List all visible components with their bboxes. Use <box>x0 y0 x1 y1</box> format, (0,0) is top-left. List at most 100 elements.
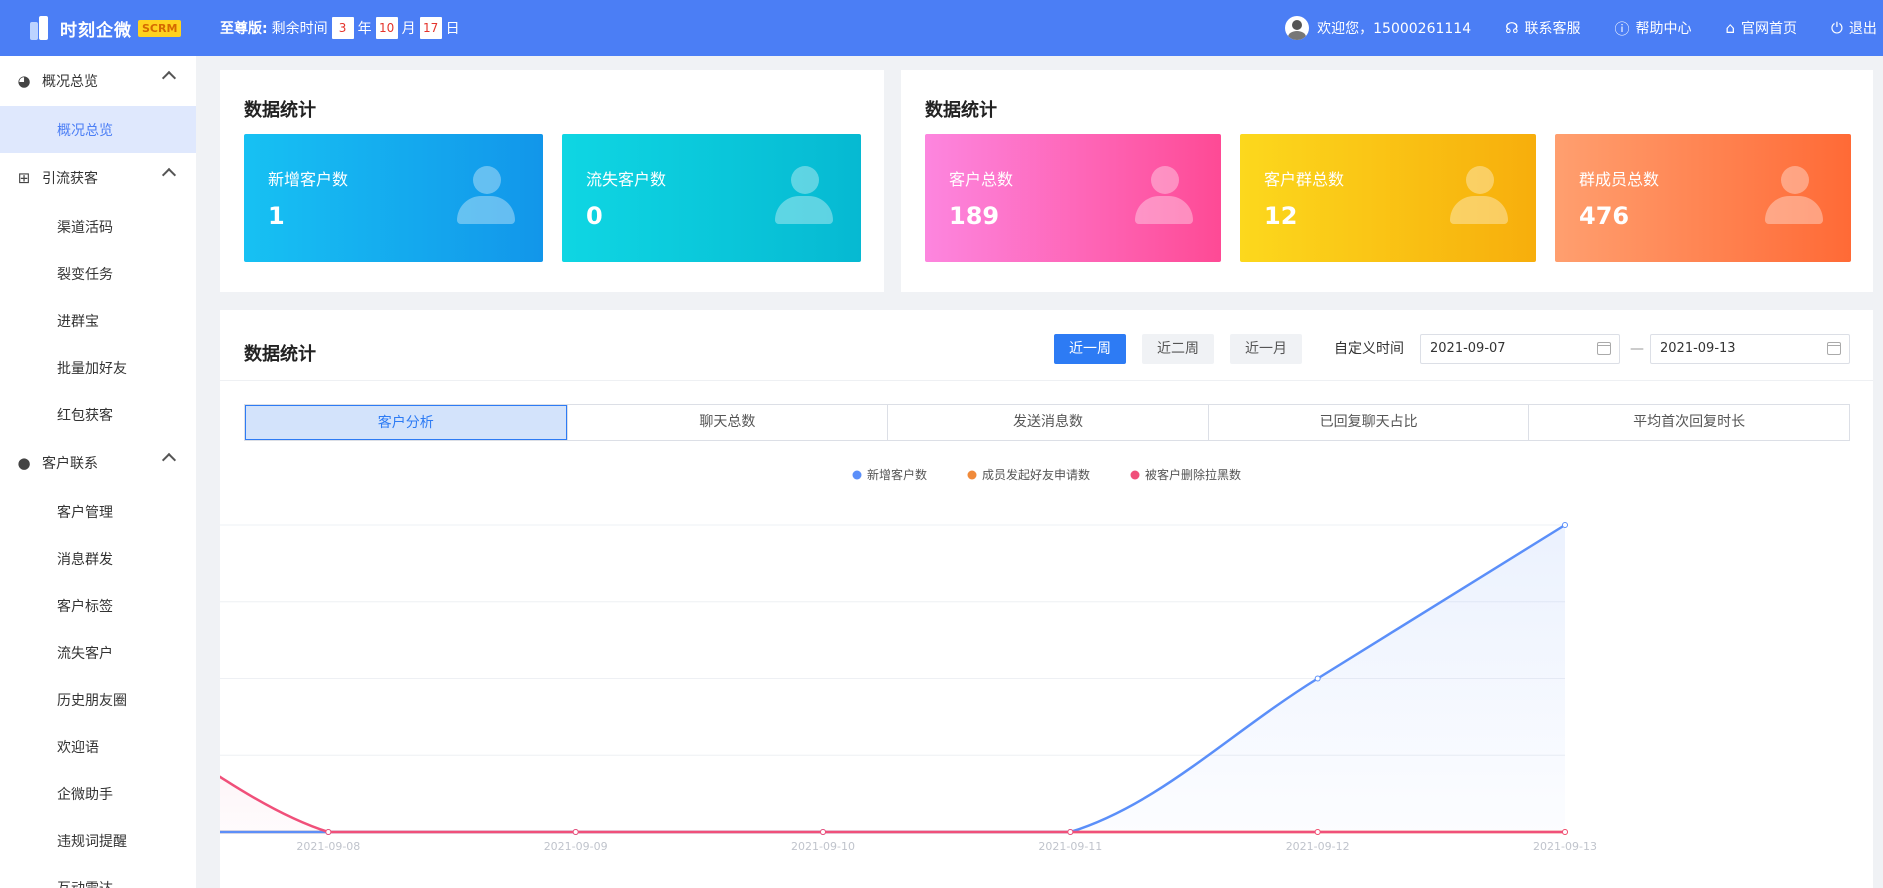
x-tick-label: 2021-09-13 <box>1533 840 1597 853</box>
logo-icon <box>30 16 50 40</box>
metric-tabs: 客户分析 聊天总数 发送消息数 已回复聊天占比 平均首次回复时长 <box>244 404 1850 441</box>
series-point <box>1067 829 1074 835</box>
stat-value: 12 <box>1264 202 1298 230</box>
stat-lost-customers[interactable]: 流失客户数 0 <box>562 134 861 262</box>
stat-label: 客户群总数 <box>1264 170 1345 189</box>
months-box: 10 <box>375 17 398 39</box>
sidebar-group-label: 概况总览 <box>42 74 98 90</box>
series-point <box>1562 522 1568 528</box>
custom-time-label: 自定义时间 <box>1334 341 1404 357</box>
start-date-value: 2021-09-07 <box>1430 341 1506 356</box>
chevron-up-icon <box>161 70 177 86</box>
sidebar-item-welcome[interactable]: 欢迎语 <box>0 723 196 770</box>
legend-dot <box>1130 470 1140 480</box>
series-point <box>1562 829 1568 835</box>
series-point <box>820 829 826 835</box>
home-text: 官网首页 <box>1741 21 1797 37</box>
logout-link[interactable]: ⏻ 退出 <box>1831 18 1883 38</box>
tab-reply-ratio[interactable]: 已回复聊天占比 <box>1207 405 1529 440</box>
headset-icon: ☊ <box>1505 19 1519 37</box>
chevron-up-icon <box>161 452 177 468</box>
user-remove-icon <box>773 166 837 226</box>
range-two-weeks-button[interactable]: 近二周 <box>1142 334 1214 364</box>
years-box: 3 <box>331 17 354 39</box>
sidebar-item-customer-manage[interactable]: 客户管理 <box>0 488 196 535</box>
help-text: 帮助中心 <box>1635 21 1692 37</box>
members-icon <box>1763 166 1827 226</box>
sidebar-item-violation-words[interactable]: 违规词提醒 <box>0 817 196 864</box>
legend-label: 新增客户数 <box>867 467 927 482</box>
remaining-label: 剩余时间 <box>271 21 328 37</box>
x-tick-label: 2021-09-09 <box>544 840 608 853</box>
top-header: 时刻企微 SCRM 至尊版: 剩余时间 3 年 10 月 17 日 欢迎您，15… <box>0 0 1883 56</box>
calendar-icon <box>1597 342 1611 355</box>
date-separator: — <box>1630 341 1644 357</box>
stat-label: 客户总数 <box>949 170 1014 189</box>
sidebar-item-red-packet[interactable]: 红包获客 <box>0 391 196 438</box>
sitemap-icon: ⊞ <box>17 169 31 187</box>
power-icon: ⏻ <box>1831 19 1843 37</box>
stat-value: 0 <box>586 202 603 230</box>
sidebar-group-label: 引流获客 <box>42 171 98 187</box>
sidebar-item-radar[interactable]: 互动雷达 <box>0 864 196 888</box>
logout-text: 退出 <box>1848 21 1877 37</box>
tab-chat-total[interactable]: 聊天总数 <box>566 405 888 440</box>
analytics-panel: 数据统计 近一周 近二周 近一月 自定义时间 2021-09-07 — 2021… <box>220 310 1873 888</box>
edition-label: 至尊版: <box>220 21 268 37</box>
header-actions: 欢迎您，15000261114 ☊ 联系客服 ⓘ 帮助中心 ⌂ 官网首页 ⏻ 退… <box>1285 0 1883 56</box>
question-icon: ⓘ <box>1614 19 1630 38</box>
home-link[interactable]: ⌂ 官网首页 <box>1725 18 1797 38</box>
user-welcome[interactable]: 欢迎您，15000261114 <box>1285 16 1471 40</box>
stat-value: 476 <box>1579 202 1630 230</box>
sidebar-group-acquisition[interactable]: ⊞ 引流获客 <box>0 153 196 203</box>
chevron-up-icon <box>161 167 177 183</box>
stat-total-members[interactable]: 群成员总数 476 <box>1555 134 1851 262</box>
legend-label: 被客户删除拉黑数 <box>1145 467 1241 482</box>
sidebar-item-overview[interactable]: 概况总览 <box>0 106 196 153</box>
stat-total-customers[interactable]: 客户总数 189 <box>925 134 1221 262</box>
sidebar-item-moments-history[interactable]: 历史朋友圈 <box>0 676 196 723</box>
sidebar-group-customer[interactable]: ● 客户联系 <box>0 438 196 488</box>
end-date-value: 2021-09-13 <box>1660 341 1736 356</box>
tab-first-reply-time[interactable]: 平均首次回复时长 <box>1528 405 1849 440</box>
stats-card-right: 数据统计 客户总数 189 客户群总数 12 群成员总数 476 <box>901 70 1873 292</box>
stat-value: 1 <box>268 202 285 230</box>
sidebar-item-fission-task[interactable]: 裂变任务 <box>0 250 196 297</box>
welcome-text: 欢迎您，15000261114 <box>1317 21 1472 37</box>
help-link[interactable]: ⓘ 帮助中心 <box>1614 18 1691 39</box>
stat-new-customers[interactable]: 新增客户数 1 <box>244 134 543 262</box>
tab-customer-analysis[interactable]: 客户分析 <box>245 405 567 440</box>
sidebar-item-customer-tags[interactable]: 客户标签 <box>0 582 196 629</box>
x-tick-label: 2021-09-12 <box>1286 840 1350 853</box>
calendar-icon <box>1827 342 1841 355</box>
logo[interactable]: 时刻企微 SCRM <box>0 16 196 41</box>
legend-label: 成员发起好友申请数 <box>982 467 1090 482</box>
panel-title: 数据统计 <box>244 344 316 365</box>
logo-badge: SCRM <box>138 19 182 37</box>
series-point <box>1314 675 1321 682</box>
range-month-button[interactable]: 近一月 <box>1230 334 1302 364</box>
stat-total-groups[interactable]: 客户群总数 12 <box>1240 134 1536 262</box>
year-unit: 年 <box>357 21 372 37</box>
end-date-input[interactable]: 2021-09-13 <box>1650 334 1850 364</box>
sidebar-item-lost-customers[interactable]: 流失客户 <box>0 629 196 676</box>
support-link[interactable]: ☊ 联系客服 <box>1505 18 1580 38</box>
sidebar-item-batch-add[interactable]: 批量加好友 <box>0 344 196 391</box>
card-title: 数据统计 <box>925 100 997 121</box>
x-tick-label: 2021-09-11 <box>1038 840 1102 853</box>
tab-messages-sent[interactable]: 发送消息数 <box>887 405 1208 440</box>
sidebar-item-group-join[interactable]: 进群宝 <box>0 297 196 344</box>
sidebar: ◕ 概况总览 概况总览 ⊞ 引流获客 渠道活码 裂变任务 进群宝 批量加好友 红… <box>0 56 196 888</box>
range-week-button[interactable]: 近一周 <box>1054 334 1126 364</box>
month-unit: 月 <box>401 21 416 37</box>
sidebar-group-overview[interactable]: ◕ 概况总览 <box>0 56 196 106</box>
home-icon: ⌂ <box>1725 19 1735 37</box>
sidebar-item-assistant[interactable]: 企微助手 <box>0 770 196 817</box>
stat-label: 流失客户数 <box>586 170 667 189</box>
sidebar-item-channel-code[interactable]: 渠道活码 <box>0 203 196 250</box>
series-point <box>1314 829 1321 835</box>
start-date-input[interactable]: 2021-09-07 <box>1420 334 1620 364</box>
sidebar-item-mass-message[interactable]: 消息群发 <box>0 535 196 582</box>
legend-dot <box>967 470 977 480</box>
legend-dot <box>852 470 862 480</box>
